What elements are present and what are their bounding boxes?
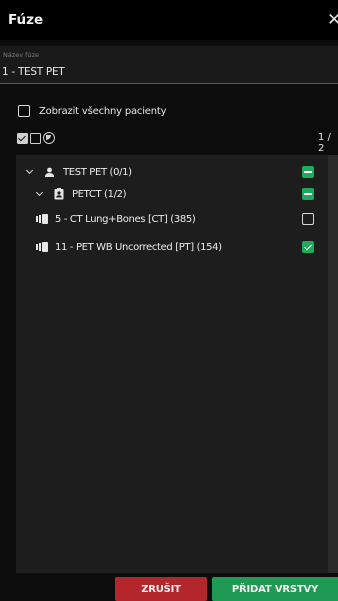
tree-row-patient[interactable]: TEST PET (0/1)	[16, 163, 326, 181]
show-all-patients-toggle[interactable]: Zobrazit všechny pacienty	[18, 104, 167, 118]
series-checkbox[interactable]	[302, 241, 314, 253]
tree-scrollbar[interactable]	[328, 155, 338, 573]
series-label: 5 - CT Lung+Bones [CT] (385)	[55, 213, 196, 225]
dialog-header: Fúze ✕	[0, 0, 338, 40]
show-all-patients-label: Zobrazit všechny pacienty	[39, 105, 167, 117]
series-checkbox[interactable]	[302, 213, 314, 225]
person-icon	[45, 167, 54, 177]
select-none-icon[interactable]	[30, 132, 41, 144]
dialog-title: Fúze	[8, 12, 44, 28]
tree-row-series[interactable]: 5 - CT Lung+Bones [CT] (385)	[16, 210, 326, 228]
chevron-down-icon[interactable]	[35, 188, 44, 197]
fusion-name-field[interactable]: Název fúze 1 - TEST PET	[0, 46, 338, 84]
close-icon[interactable]: ✕	[327, 10, 338, 30]
chevron-down-icon[interactable]	[25, 166, 34, 175]
id-badge-icon	[54, 188, 64, 200]
show-all-patients-checkbox[interactable]	[18, 105, 30, 117]
select-all-icon[interactable]	[17, 132, 28, 144]
patient-checkbox[interactable]	[302, 166, 314, 178]
selection-toolbar	[17, 131, 57, 145]
tree-row-series[interactable]: 11 - PET WB Uncorrected [PT] (154)	[16, 238, 326, 256]
selection-counter: 1 / 2	[318, 132, 331, 154]
series-label: 11 - PET WB Uncorrected [PT] (154)	[55, 241, 222, 253]
fusion-name-input[interactable]: 1 - TEST PET	[2, 66, 65, 78]
series-stack-icon	[36, 242, 48, 252]
patient-label: TEST PET (0/1)	[63, 166, 132, 178]
invert-selection-icon[interactable]	[43, 132, 55, 144]
tree-row-study[interactable]: PETCT (1/2)	[16, 185, 326, 203]
series-tree: TEST PET (0/1) PETCT (1/2) 5 - CT Lung+B…	[16, 155, 338, 573]
series-stack-icon	[36, 214, 48, 224]
study-checkbox[interactable]	[302, 188, 314, 200]
cancel-button[interactable]: ZRUŠIT	[115, 577, 207, 601]
study-label: PETCT (1/2)	[72, 188, 127, 200]
fusion-name-label: Název fúze	[3, 51, 39, 59]
add-layers-button[interactable]: PŘIDAT VRSTVY	[212, 577, 338, 601]
